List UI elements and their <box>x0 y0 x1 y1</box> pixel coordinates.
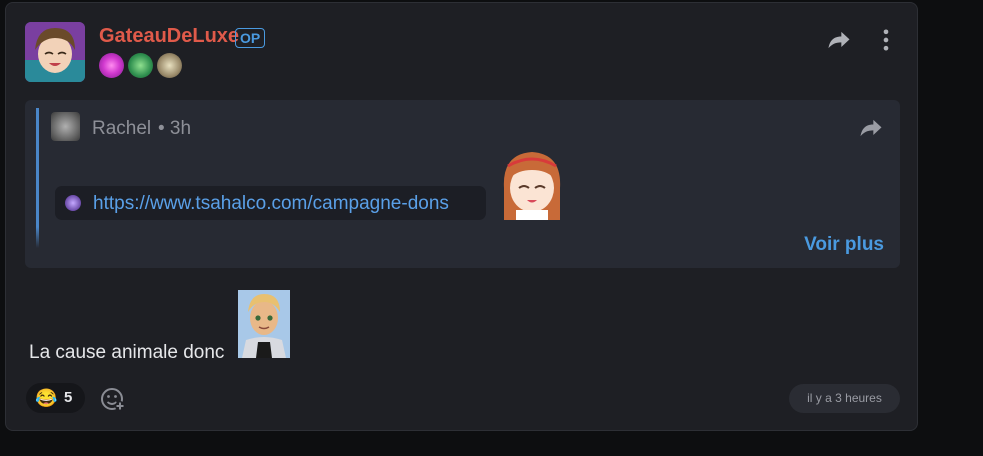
op-badge: OP <box>235 28 266 48</box>
share-icon[interactable] <box>825 26 853 54</box>
post-timestamp: il y a 3 heures <box>789 384 900 413</box>
message-text: La cause animale donc <box>29 342 225 363</box>
portrait-badge-icon[interactable] <box>157 53 182 78</box>
pink-swirl-badge-icon[interactable] <box>99 53 124 78</box>
quote-time: • 3h <box>158 118 192 139</box>
anime-girl-emote-icon <box>496 148 568 220</box>
green-flag-badge-icon[interactable] <box>128 53 153 78</box>
author-badges <box>99 53 182 78</box>
site-favicon-icon <box>65 195 81 211</box>
post-card: GateauDeLuxe OP Rachel • 3h https://www.… <box>5 2 918 431</box>
boy-character-emote-icon <box>238 290 290 358</box>
reaction-count: 5 <box>64 389 73 406</box>
quote-share-icon[interactable] <box>857 114 885 142</box>
link-url[interactable]: https://www.tsahalco.com/campagne-dons <box>93 193 449 215</box>
author-avatar[interactable] <box>25 22 85 82</box>
author-name[interactable]: GateauDeLuxe <box>99 25 239 48</box>
link-chip[interactable]: https://www.tsahalco.com/campagne-dons <box>55 186 486 220</box>
add-reaction-icon[interactable] <box>99 385 127 413</box>
more-vertical-icon[interactable] <box>872 26 900 54</box>
reaction-pill[interactable]: 😂 5 <box>26 383 85 413</box>
quote-author-name[interactable]: Rachel <box>92 118 151 140</box>
tears-of-joy-icon: 😂 <box>35 388 58 408</box>
quote-author-avatar[interactable] <box>51 112 80 141</box>
quote-accent-bar <box>36 108 39 248</box>
see-more-link[interactable]: Voir plus <box>804 234 884 256</box>
quoted-message[interactable]: Rachel • 3h https://www.tsahalco.com/cam… <box>25 100 900 268</box>
